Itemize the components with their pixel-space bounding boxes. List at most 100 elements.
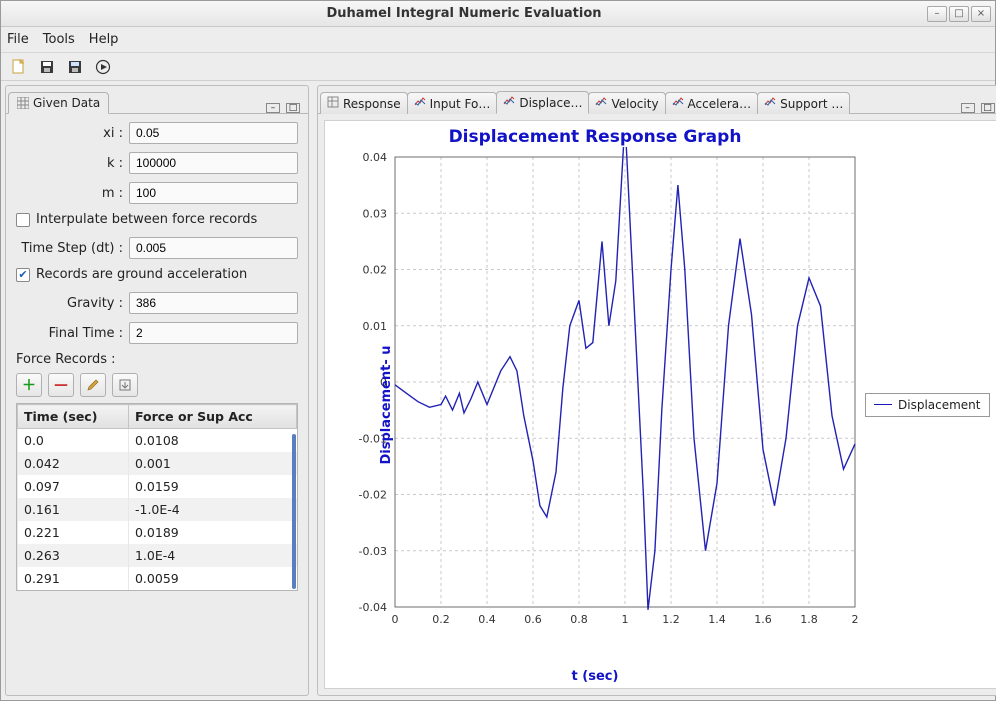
given-data-panel: Given Data – □ xi : k : m :: [5, 85, 309, 696]
svg-text:-0.02: -0.02: [359, 489, 387, 502]
tab-response[interactable]: Response: [320, 92, 408, 114]
tab-support-[interactable]: Support …: [757, 92, 850, 114]
table-cell: 0.263: [18, 544, 129, 567]
force-records-table-wrap: Time (sec) Force or Sup Acc 0.00.01080.0…: [16, 403, 298, 591]
k-label: k :: [16, 156, 129, 171]
col-force[interactable]: Force or Sup Acc: [128, 405, 296, 429]
run-icon[interactable]: [93, 57, 113, 77]
tab-accelera-[interactable]: Accelera…: [665, 92, 759, 114]
open-icon[interactable]: [65, 57, 85, 77]
ground-accel-label: Records are ground acceleration: [36, 267, 247, 282]
add-record-button[interactable]: ＋: [16, 373, 42, 397]
svg-text:0.01: 0.01: [363, 320, 388, 333]
chart-legend: Displacement: [865, 393, 990, 417]
table-row[interactable]: 0.161-1.0E-4: [18, 498, 297, 521]
interpolate-checkbox-row[interactable]: Interpulate between force records: [16, 212, 298, 227]
table-row[interactable]: 0.00.0108: [18, 429, 297, 453]
dt-input[interactable]: [129, 237, 298, 259]
tab-label: Support …: [780, 97, 843, 111]
gravity-input[interactable]: [129, 292, 298, 314]
edit-record-button[interactable]: [80, 373, 106, 397]
svg-text:0.6: 0.6: [524, 613, 542, 626]
menubar: File Tools Help: [1, 27, 995, 53]
save-icon[interactable]: [37, 57, 57, 77]
left-panel-controls: – □: [260, 103, 306, 113]
chart-xlabel: t (sec): [325, 669, 865, 684]
m-input[interactable]: [129, 182, 298, 204]
new-file-icon[interactable]: [9, 57, 29, 77]
tab-label: Displace…: [519, 96, 582, 110]
table-row[interactable]: 0.2631.0E-4: [18, 544, 297, 567]
chart-box: Displacement Response Graph Displacement…: [324, 120, 996, 689]
legend-label: Displacement: [898, 398, 981, 412]
table-row[interactable]: 0.0420.001: [18, 452, 297, 475]
col-time[interactable]: Time (sec): [18, 405, 129, 429]
ground-accel-checkbox-row[interactable]: ✔ Records are ground acceleration: [16, 267, 298, 282]
window-title: Duhamel Integral Numeric Evaluation: [1, 6, 927, 21]
table-cell: 0.042: [18, 452, 129, 475]
chart-tab-icon: [503, 95, 515, 110]
svg-text:0.8: 0.8: [570, 613, 588, 626]
chart-tab-icon: [672, 96, 684, 111]
minimize-panel-icon[interactable]: –: [961, 103, 975, 113]
table-cell: 0.0059: [128, 567, 296, 590]
menu-tools[interactable]: Tools: [43, 32, 75, 47]
final-time-input[interactable]: [129, 322, 298, 344]
import-record-button[interactable]: [112, 373, 138, 397]
table-cell: 0.0: [18, 429, 129, 453]
content-area: Given Data – □ xi : k : m :: [1, 81, 995, 700]
left-tabstrip: Given Data – □: [6, 86, 308, 114]
menu-file[interactable]: File: [7, 32, 29, 47]
titlebar: Duhamel Integral Numeric Evaluation – □ …: [1, 1, 995, 27]
tab-given-data[interactable]: Given Data: [8, 92, 109, 114]
table-cell: 0.0189: [128, 521, 296, 544]
toolbar: [1, 53, 995, 81]
table-header-row: Time (sec) Force or Sup Acc: [18, 405, 297, 429]
interpolate-checkbox[interactable]: [16, 213, 30, 227]
table-row[interactable]: 0.2210.0189: [18, 521, 297, 544]
k-input[interactable]: [129, 152, 298, 174]
chart-tab-icon: [414, 96, 426, 111]
svg-text:0.04: 0.04: [363, 151, 388, 164]
svg-text:1.6: 1.6: [754, 613, 772, 626]
table-cell: 0.0159: [128, 475, 296, 498]
legend-swatch: [874, 404, 892, 405]
table-row[interactable]: 0.0970.0159: [18, 475, 297, 498]
table-cell: -1.0E-4: [128, 498, 296, 521]
tab-displace-[interactable]: Displace…: [496, 91, 589, 114]
svg-text:0.03: 0.03: [363, 207, 388, 220]
remove-record-button[interactable]: —: [48, 373, 74, 397]
chart-ylabel: Displacement- u: [379, 345, 394, 464]
window-controls: – □ ×: [927, 6, 991, 22]
final-time-label: Final Time :: [16, 326, 129, 341]
menu-help[interactable]: Help: [89, 32, 119, 47]
maximize-button[interactable]: □: [949, 6, 969, 22]
table-cell: 0.161: [18, 498, 129, 521]
tab-label: Response: [343, 97, 401, 111]
tab-input-fo-[interactable]: Input Fo…: [407, 92, 498, 114]
minimize-panel-icon[interactable]: –: [266, 103, 280, 113]
maximize-panel-icon[interactable]: □: [286, 103, 300, 113]
svg-text:-0.03: -0.03: [359, 545, 387, 558]
table-cell: 0.221: [18, 521, 129, 544]
tab-label: Input Fo…: [430, 97, 491, 111]
minimize-button[interactable]: –: [927, 6, 947, 22]
dt-label: Time Step (dt) :: [16, 241, 129, 256]
ground-accel-checkbox[interactable]: ✔: [16, 268, 30, 282]
chart-tab-icon: [595, 96, 607, 111]
tab-label: Velocity: [611, 97, 658, 111]
table-cell: 0.0108: [128, 429, 296, 453]
tab-velocity[interactable]: Velocity: [588, 92, 665, 114]
table-row[interactable]: 0.2910.0059: [18, 567, 297, 590]
xi-input[interactable]: [129, 122, 298, 144]
table-scrollbar[interactable]: [292, 434, 296, 589]
records-button-row: ＋ —: [16, 373, 298, 397]
interpolate-label: Interpulate between force records: [36, 212, 257, 227]
maximize-panel-icon[interactable]: □: [981, 103, 995, 113]
svg-text:0.2: 0.2: [432, 613, 450, 626]
close-button[interactable]: ×: [971, 6, 991, 22]
table-cell: 0.291: [18, 567, 129, 590]
chart-main: Displacement Response Graph Displacement…: [325, 121, 865, 688]
right-panel-controls: – □: [955, 103, 996, 113]
chart-panel: Response Input Fo… Displace… Velocity Accele…: [317, 85, 996, 696]
